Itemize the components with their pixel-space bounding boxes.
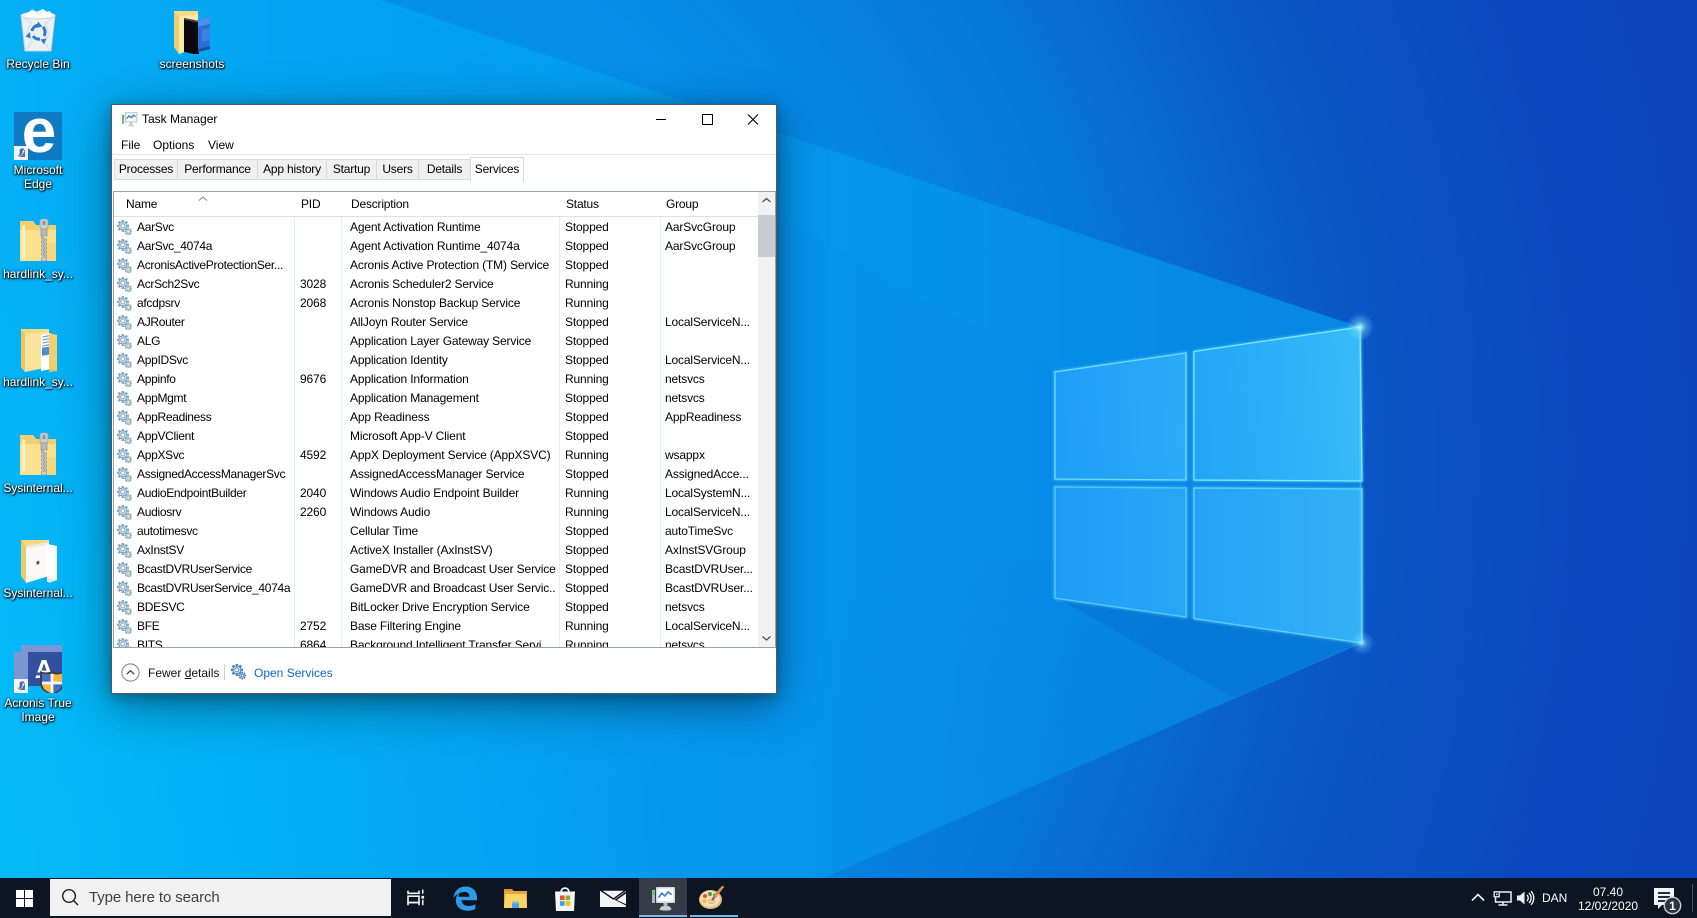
svg-text:1: 1 [1669, 899, 1676, 913]
